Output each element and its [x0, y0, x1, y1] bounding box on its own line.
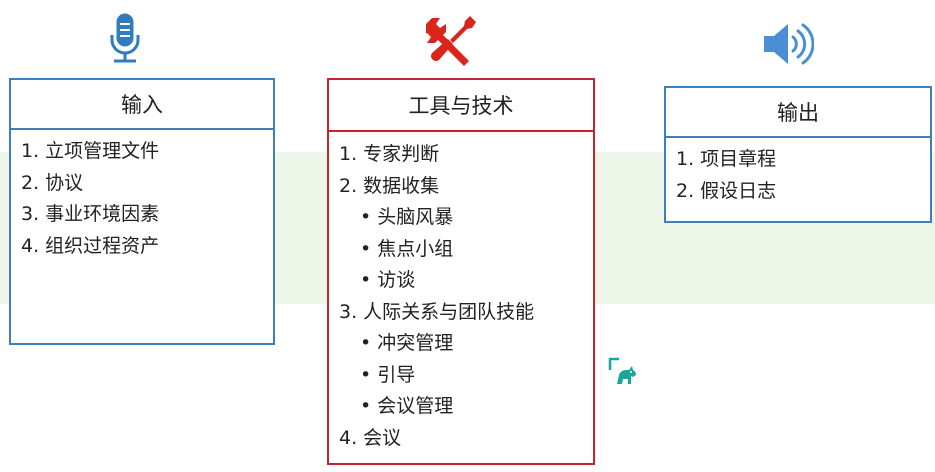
microphone-icon	[110, 13, 140, 63]
output-item: 2. 假设日志	[676, 179, 777, 202]
input-list: 1. 立项管理文件 2. 协议 3. 事业环境因素 4. 组织过程资产	[11, 130, 273, 262]
output-box: 输出 1. 项目章程 2. 假设日志	[664, 86, 932, 223]
tools-list: 1. 专家判断 2. 数据收集 头脑风暴 焦点小组 访谈 3. 人际关系与团队技…	[329, 132, 593, 454]
input-title: 输入	[11, 80, 273, 130]
input-item: 4. 组织过程资产	[21, 234, 160, 257]
tools-subitem: 冲突管理	[339, 328, 593, 360]
output-title: 输出	[666, 88, 930, 138]
tools-subitem: 头脑风暴	[339, 202, 593, 234]
input-item: 3. 事业环境因素	[21, 203, 160, 225]
tools-subitem: 会议管理	[339, 391, 593, 423]
input-item: 1. 立项管理文件	[21, 140, 160, 162]
input-item: 2. 协议	[21, 171, 84, 194]
logo-icon	[608, 357, 637, 384]
tools-item: 4. 会议	[339, 426, 402, 449]
tools-box: 工具与技术 1. 专家判断 2. 数据收集 头脑风暴 焦点小组 访谈 3. 人际…	[327, 78, 595, 465]
output-item: 1. 项目章程	[676, 148, 777, 170]
tools-title: 工具与技术	[329, 80, 593, 132]
input-box: 输入 1. 立项管理文件 2. 协议 3. 事业环境因素 4. 组织过程资产	[9, 78, 275, 345]
screwdriver-wrench-icon	[426, 16, 476, 66]
tools-subitem: 引导	[339, 360, 593, 392]
tools-subitem: 访谈	[339, 265, 593, 297]
speaker-icon	[764, 23, 814, 65]
tools-item: 1. 专家判断	[339, 143, 440, 165]
tools-subitem: 焦点小组	[339, 234, 593, 266]
tools-item: 2. 数据收集	[339, 174, 440, 197]
output-list: 1. 项目章程 2. 假设日志	[666, 138, 930, 207]
tools-item: 3. 人际关系与团队技能	[339, 300, 535, 323]
